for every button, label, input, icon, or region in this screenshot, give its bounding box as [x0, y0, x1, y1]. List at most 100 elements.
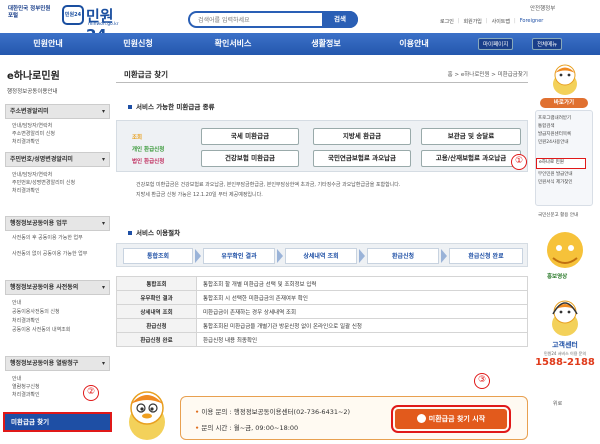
promo-video-label[interactable]: 홍보영상	[547, 274, 567, 280]
foreigner-link[interactable]: Foreigner	[520, 18, 544, 25]
right-quick-bar: 바로가기 프로그램내려받기 통합검색 발급지원센터목록 민원24사용안내 e하나…	[511, 60, 597, 444]
sidebar-link[interactable]: 사전동의 후 공동이용 가능한 업무	[12, 235, 102, 242]
nav-civil-apply[interactable]: 민원신청	[108, 33, 168, 55]
login-link[interactable]: 로그인	[440, 18, 454, 25]
sidebar-section-address[interactable]: 주소변경알리미 ▾	[5, 104, 110, 119]
chevron-down-icon: ▾	[101, 360, 105, 367]
national-tax-refund-button[interactable]: 국세 미환급금	[201, 128, 299, 145]
arrow-right-icon	[359, 249, 365, 263]
table-key: 환급신청 완료	[116, 332, 197, 347]
procedure-heading: 서비스 이용절차	[128, 227, 180, 237]
quick-link-ehanaro[interactable]: e하나로 민원	[536, 158, 586, 169]
notes: 건강보험 미환급금은 건강보험료 과오납금, 본인부담금환급금, 본인부담상한액…	[136, 180, 400, 200]
divider: |	[457, 18, 460, 24]
sidebar-link[interactable]: 안내	[12, 376, 21, 383]
sidebar-link[interactable]: 열람청구신청	[12, 384, 40, 391]
divider	[116, 82, 528, 83]
table-key: 환급신청	[116, 318, 197, 333]
sidebar-link[interactable]: 처리결과확인	[12, 139, 40, 146]
step-detail-view: 상세내역 조회	[285, 248, 357, 264]
nav-verify-service[interactable]: 확인서비스	[198, 33, 268, 55]
start-refund-search-button[interactable]: 미환급금 찾기 시작	[391, 405, 511, 433]
join-link[interactable]: 회원가입	[464, 18, 482, 25]
search-input[interactable]	[198, 15, 318, 25]
sidebar-section-consent[interactable]: 행정정보공동이용 사전동의 ▾	[5, 280, 110, 295]
sidebar-link[interactable]: 사전동의 없이 공동이용 가능한 업무	[12, 251, 102, 258]
legend-personal-apply: 개인 환급신청	[132, 147, 165, 153]
sidebar-link[interactable]: 처리결과확인	[12, 188, 40, 195]
quick-link[interactable]: 민원24사용안내	[538, 140, 569, 146]
quick-link[interactable]: 프로그램내려받기	[538, 116, 571, 122]
sidebar-item-refund-search[interactable]: 미환급금 찾기	[3, 412, 112, 432]
employment-insurance-refund-button[interactable]: 고용/산재보험료 과오납금	[421, 150, 521, 167]
main-content: 미환급금 찾기 홈 > e하나로민원 > 미환급금찾기 서비스 가능한 미환급금…	[116, 60, 528, 444]
quick-link[interactable]: 무인민원 발급안내	[538, 172, 573, 178]
penguin-mascot-icon	[129, 391, 165, 440]
note-health: 건강보험 미환급금은 건강보험료 과오납금, 본인부담금환급금, 본인부담상한액…	[136, 182, 401, 188]
pension-refund-button[interactable]: 국민연금보험료 과오납금	[313, 150, 411, 167]
search-button[interactable]: 검색	[322, 11, 358, 28]
refund-types-panel: 조회 개인 환급신청 법인 환급신청 국세 미환급금 지방세 환급금 보관금 및…	[116, 120, 528, 172]
divider: |	[514, 18, 516, 24]
quick-link[interactable]: 통합검색	[538, 124, 555, 130]
annotation-mark-1: ①	[511, 154, 527, 170]
service-types-heading: 서비스 가능한 미환급금 종류	[128, 101, 215, 111]
quick-link[interactable]: 발급지원센터목록	[538, 132, 571, 138]
arrow-right-icon	[277, 249, 283, 263]
search-box: 검색	[188, 11, 358, 28]
promo-video-icon[interactable]	[543, 228, 587, 272]
step-apply-complete: 환급신청 완료	[449, 248, 523, 264]
local-tax-refund-button[interactable]: 지방세 환급금	[313, 128, 411, 145]
sidebar-title: e하나로민원	[7, 71, 60, 82]
play-icon	[416, 413, 426, 423]
sidebar-link[interactable]: 처리결과확인	[12, 392, 40, 399]
nav-usage-guide[interactable]: 이용안내	[384, 33, 444, 55]
sidebar-section-shared-work[interactable]: 행정정보공동이용 업무 ▾	[5, 216, 110, 231]
sidebar-section-idnumber[interactable]: 주민번호/성명변경알리미 ▾	[5, 152, 110, 167]
sidebar-link[interactable]: 안내	[12, 300, 21, 307]
section-label: 행정정보공동이용 사전동의	[10, 284, 79, 291]
legend-view: 조회	[132, 135, 143, 141]
sidebar-link[interactable]: 안내/담당자/연락처	[12, 172, 52, 179]
breadcrumb[interactable]: 홈 > e하나로민원 > 미환급금찾기	[448, 70, 528, 78]
table-row: 환급신청 통합조회된 미환급금을 개별기관 방문신청 없이 온라인으로 일괄 신청	[116, 318, 528, 333]
my-page-button[interactable]: 마이페이지	[478, 38, 514, 50]
sidebar-link[interactable]: 주민번호/성명변경알리미 신청	[12, 180, 75, 187]
table-row: 상세내역 조회 미환급금이 존재하는 경우 상세내역 조회	[116, 304, 528, 319]
deposit-refund-button[interactable]: 보관금 및 송달료	[421, 128, 521, 145]
health-insurance-refund-button[interactable]: 건강보험 미환급금	[201, 150, 299, 167]
step-refund-apply: 환급신청	[367, 248, 439, 264]
table-key: 상세내역 조회	[116, 304, 197, 319]
sidebar-link[interactable]: 공동이용사전동의 신청	[12, 309, 60, 316]
contact-inquiry: 이용 문의 : 행정정보공동이용센터(02-736-6431~2)	[195, 406, 350, 416]
top-bar: 대한민국 정부민원포털 민원24 민원24 minwon.go.kr 검색 안전…	[0, 0, 600, 44]
quick-link[interactable]: 민원서식 제가찾인	[538, 180, 573, 186]
start-button-label: 미환급금 찾기 시작	[428, 415, 486, 423]
penguin-headset-icon	[552, 300, 578, 336]
divider: |	[485, 18, 488, 24]
sidebar-link[interactable]: 안내/담당자/연락처	[12, 123, 52, 130]
sidebar-link[interactable]: 공동이용 사전동의 내역조회	[12, 327, 102, 334]
sidebar-link[interactable]: 처리결과확인	[12, 318, 40, 325]
table-value: 통합조회 시 선택한 미환급금의 존재여부 확인	[196, 290, 528, 305]
sidebar-subtitle[interactable]: 행정정보공동이용안내	[7, 87, 58, 95]
step-integrated-search: 통합조회	[123, 248, 193, 264]
back-to-top-link[interactable]: 위로	[553, 400, 562, 407]
quick-link[interactable]: 국민신문고 활용 안내	[538, 213, 578, 219]
sitemap-link[interactable]: 사이트맵	[492, 18, 510, 25]
note-local-tax: 지방세 환급금 신청 가능은 12.1.20일 부터 제공예정입니다.	[136, 192, 263, 198]
full-menu-button[interactable]: 전체메뉴	[532, 38, 563, 50]
table-value: 통합조회 할 개별 미환급금 선택 및 조회정보 입력	[196, 276, 528, 291]
procedure-table: 통합조회 통합조회 할 개별 미환급금 선택 및 조회정보 입력 유무확인 결과 통…	[116, 276, 528, 347]
table-value: 환급신청 내용 최종확인	[196, 332, 528, 347]
table-key: 통합조회	[116, 276, 197, 291]
minwon24-logo[interactable]: 민원24 민원24 minwon.go.kr	[62, 3, 128, 44]
sidebar-section-access-request[interactable]: 행정정보공동이용 열람청구 ▾	[5, 356, 110, 371]
sidebar-link[interactable]: 주소변경알리미 신청	[12, 131, 55, 138]
ministry-label[interactable]: 안전행정부	[530, 4, 555, 12]
procedure-steps: 통합조회 유무확인 결과 상세내역 조회 환급신청 환급신청 완료	[116, 243, 528, 267]
utility-links: 로그인 | 회원가입 | 사이트맵 | Foreigner	[440, 18, 543, 25]
nav-life-info[interactable]: 생활정보	[296, 33, 356, 55]
gov-portal-logo[interactable]: 대한민국 정부민원포털	[8, 6, 54, 24]
nav-civil-info[interactable]: 민원안내	[18, 33, 78, 55]
